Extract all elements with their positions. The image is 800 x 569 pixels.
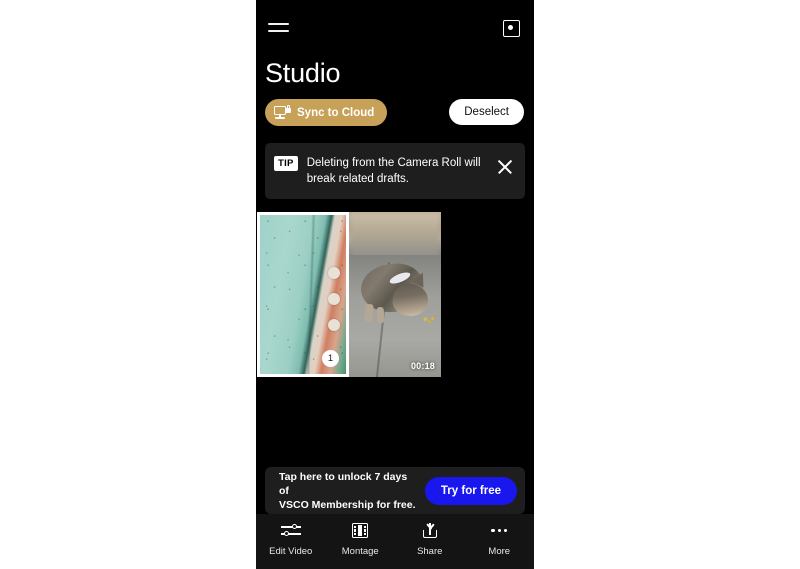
tip-message: Deleting from the Camera Roll will break… xyxy=(306,157,481,185)
photo-cat-on-pavement xyxy=(349,212,441,377)
more-dots-icon xyxy=(488,521,510,540)
top-bar xyxy=(256,0,534,56)
selection-badge: 1 xyxy=(322,350,339,367)
hamburger-line-1 xyxy=(268,23,289,25)
promo-line-1: Tap here to unlock 7 days of xyxy=(279,470,408,497)
hamburger-menu-icon[interactable] xyxy=(263,18,303,40)
sync-to-cloud-label: Sync to Cloud xyxy=(297,106,375,119)
deselect-button[interactable]: Deselect xyxy=(449,99,524,125)
monitor-lock-icon xyxy=(274,105,291,120)
grid-item[interactable]: 1 xyxy=(257,212,349,377)
try-for-free-button[interactable]: Try for free xyxy=(424,476,517,505)
more-dot-1 xyxy=(491,529,495,533)
film-strip-icon xyxy=(349,521,371,540)
action-row: Sync to Cloud Deselect xyxy=(256,96,534,140)
nav-label-more: More xyxy=(488,546,511,557)
hamburger-line-2 xyxy=(268,30,289,32)
monitor-base xyxy=(275,117,285,119)
film-perf xyxy=(354,529,357,532)
film-center xyxy=(358,524,363,537)
nav-label-montage: Montage xyxy=(341,546,379,557)
capture-dot xyxy=(508,25,513,30)
bottom-nav: Edit Video Montage Share More xyxy=(256,514,534,569)
nav-item-more[interactable]: More xyxy=(465,521,535,557)
cat-food xyxy=(423,316,435,324)
film-perf xyxy=(364,533,367,536)
cat-leg-2 xyxy=(376,306,385,324)
grid-item[interactable]: 00:18 xyxy=(349,212,441,377)
film-perf xyxy=(364,529,367,532)
nav-label-share: Share xyxy=(417,546,443,557)
thumbnail-image xyxy=(349,212,441,377)
media-grid: 1 00:18 xyxy=(256,212,534,377)
tip-badge: TIP xyxy=(274,156,298,171)
wall-crack xyxy=(306,215,315,374)
lock-body xyxy=(285,107,291,113)
promo-text: Tap here to unlock 7 days of VSCO Member… xyxy=(279,470,425,512)
nav-item-montage[interactable]: Montage xyxy=(326,521,396,557)
membership-promo-banner[interactable]: Tap here to unlock 7 days of VSCO Member… xyxy=(265,467,525,514)
page-title: Studio xyxy=(265,58,341,88)
more-dot-3 xyxy=(503,529,508,533)
sliders-icon xyxy=(280,521,302,540)
cat-leg-1 xyxy=(364,303,374,323)
page-root: Studio Sync to Cloud Deselect TIP Deleti… xyxy=(0,0,800,569)
close-x-icon[interactable] xyxy=(494,156,516,178)
phone-screen: Studio Sync to Cloud Deselect TIP Deleti… xyxy=(256,0,534,569)
nav-item-edit-video[interactable]: Edit Video xyxy=(256,521,326,557)
nav-item-share[interactable]: Share xyxy=(395,521,465,557)
promo-line-2: VSCO Membership for free. xyxy=(279,498,416,511)
sync-to-cloud-button[interactable]: Sync to Cloud xyxy=(265,99,388,126)
camera-capture-icon[interactable] xyxy=(500,17,524,41)
wall-detail-3 xyxy=(328,319,340,331)
nav-label-edit-video: Edit Video xyxy=(269,546,313,557)
video-duration-badge: 00:18 xyxy=(410,361,435,371)
tip-banner: TIP Deleting from the Camera Roll will b… xyxy=(265,143,525,199)
share-upload-icon xyxy=(419,521,441,540)
film-perf xyxy=(354,533,357,536)
wall-detail-2 xyxy=(328,293,340,305)
film-perf xyxy=(364,525,367,528)
more-dot-2 xyxy=(497,529,501,533)
slider-bar-1 xyxy=(280,526,301,528)
share-tray xyxy=(422,530,437,538)
slider-knob-1 xyxy=(291,524,298,530)
film-perf xyxy=(354,525,357,528)
wall-detail-1 xyxy=(328,267,340,279)
slider-knob-2 xyxy=(283,531,290,537)
